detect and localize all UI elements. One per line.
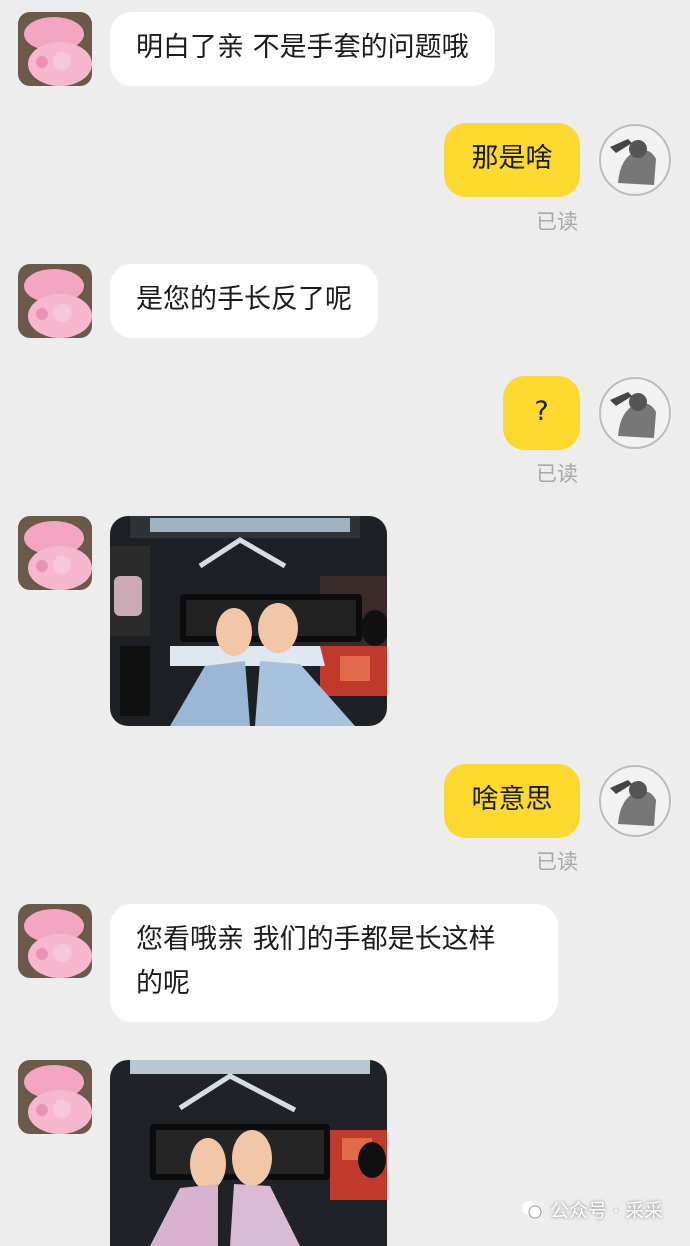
message-text: ? bbox=[534, 396, 549, 427]
message-text: 明白了亲 不是手套的问题哦 bbox=[136, 32, 469, 63]
message-bubble-incoming[interactable]: 是您的手长反了呢 bbox=[110, 264, 378, 338]
seller-avatar[interactable] bbox=[18, 904, 92, 978]
seller-avatar[interactable] bbox=[18, 12, 92, 86]
pink-plush-avatar-icon bbox=[18, 1060, 92, 1134]
seller-avatar[interactable] bbox=[18, 264, 92, 338]
pink-plush-avatar-icon bbox=[18, 264, 92, 338]
pink-plush-avatar-icon bbox=[18, 904, 92, 978]
message-text-line: 的呢 bbox=[136, 968, 190, 999]
image-message[interactable] bbox=[110, 1060, 387, 1246]
user-avatar[interactable] bbox=[598, 764, 672, 838]
image-message[interactable] bbox=[110, 516, 387, 726]
watermark-text: 公众号 · 采采 bbox=[550, 1200, 664, 1222]
user-avatar[interactable] bbox=[598, 376, 672, 450]
read-status: 已读 bbox=[536, 210, 578, 234]
hands-on-keyboard-photo bbox=[110, 516, 387, 726]
message-bubble-incoming[interactable]: 明白了亲 不是手套的问题哦 bbox=[110, 12, 495, 86]
message-bubble-outgoing[interactable]: 那是啥 bbox=[444, 123, 580, 197]
watermark: 公众号 · 采采 bbox=[520, 1196, 663, 1223]
hands-on-keyboard-photo bbox=[110, 1060, 387, 1246]
sketch-portrait-avatar-icon bbox=[598, 376, 672, 450]
sketch-portrait-avatar-icon bbox=[598, 764, 672, 838]
wechat-channel-icon bbox=[522, 1200, 542, 1218]
read-status: 已读 bbox=[536, 462, 578, 486]
message-bubble-outgoing[interactable]: 啥意思 bbox=[444, 764, 580, 838]
message-text-line: 您看哦亲 我们的手都是长这样 bbox=[136, 924, 496, 955]
pink-plush-avatar-icon bbox=[18, 12, 92, 86]
message-text: 是您的手长反了呢 bbox=[136, 284, 352, 315]
message-bubble-incoming[interactable]: 您看哦亲 我们的手都是长这样 的呢 bbox=[110, 904, 558, 1022]
sketch-portrait-avatar-icon bbox=[598, 123, 672, 197]
seller-avatar[interactable] bbox=[18, 516, 92, 590]
pink-plush-avatar-icon bbox=[18, 516, 92, 590]
seller-avatar[interactable] bbox=[18, 1060, 92, 1134]
message-bubble-outgoing[interactable]: ? bbox=[503, 376, 580, 450]
message-text: 那是啥 bbox=[471, 143, 553, 174]
read-status: 已读 bbox=[536, 850, 578, 874]
message-text: 啥意思 bbox=[471, 784, 553, 815]
user-avatar[interactable] bbox=[598, 123, 672, 197]
